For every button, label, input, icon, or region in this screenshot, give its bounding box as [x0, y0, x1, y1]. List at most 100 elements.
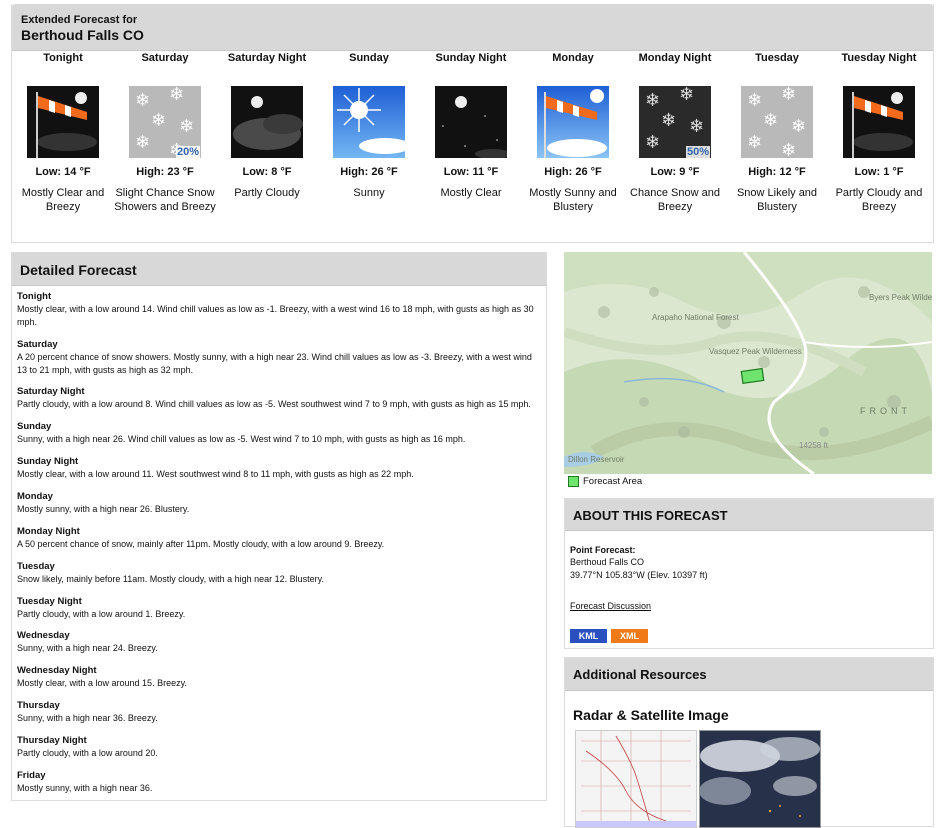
period-temperature: Low: 1 °F	[854, 166, 904, 178]
period-short-forecast: Mostly Clear	[440, 187, 502, 199]
detailed-period-text: Partly cloudy, with a low around 20.	[17, 748, 158, 758]
period-short-forecast: Partly Cloudy and Breezy	[835, 187, 923, 213]
period-short-forecast: Chance Snow and Breezy	[630, 187, 720, 213]
kml-button[interactable]: KML	[570, 629, 607, 643]
svg-text:❄: ❄	[747, 132, 762, 153]
period-temperature: Low: 8 °F	[242, 166, 292, 178]
period-short-forecast: Mostly Clear and Breezy	[21, 187, 105, 213]
forecast-period: Saturday❄❄❄❄❄❄20%High: 23 °FSlight Chanc…	[114, 50, 216, 214]
detailed-period-text: Mostly clear, with a low around 15. Bree…	[17, 678, 187, 688]
detailed-period-label: Wednesday Night	[17, 665, 97, 676]
map-label: Arapaho National Forest	[652, 313, 739, 322]
sunny-icon	[333, 86, 405, 158]
detailed-forecast-title: Detailed Forecast	[20, 262, 137, 278]
about-forecast-header: ABOUT THIS FORECAST	[565, 499, 933, 531]
additional-resources-panel: Additional Resources Radar & Satellite I…	[564, 657, 934, 828]
forecast-area-marker	[740, 367, 765, 385]
map-label: Dillon Reservoir	[568, 455, 625, 464]
day-wind-icon	[537, 86, 609, 158]
detailed-period-text: Sunny, with a high near 36. Breezy.	[17, 713, 158, 723]
forecast-area-swatch	[568, 476, 579, 487]
about-forecast-title: ABOUT THIS FORECAST	[573, 508, 728, 523]
radar-satellite-heading: Radar & Satellite Image	[573, 707, 729, 723]
night-clear-icon	[435, 86, 507, 158]
about-forecast-panel: ABOUT THIS FORECAST Point Forecast: Bert…	[564, 498, 934, 649]
svg-text:❄: ❄	[645, 90, 660, 111]
forecast-period: Monday Night ❄ ❄ ❄ ❄ ❄ 50% Low: 9 °F Chance Snow…	[624, 50, 726, 214]
detailed-forecast-header: Detailed Forecast	[12, 253, 546, 286]
detailed-period-text: Mostly sunny, with a high near 26. Blust…	[17, 504, 190, 514]
svg-text:❄: ❄	[151, 110, 166, 131]
detailed-forecast-row: Thursday Night Partly cloudy, with a low …	[17, 734, 541, 760]
detailed-period-text: Mostly clear, with a low around 11. West…	[17, 469, 414, 479]
detailed-period-text: Partly cloudy, with a low around 1. Bree…	[17, 609, 186, 619]
detailed-period-text: Mostly clear, with a low around 14. Wind…	[17, 304, 534, 327]
detailed-period-label: Tuesday Night	[17, 596, 82, 607]
xml-button[interactable]: XML	[611, 629, 648, 643]
svg-text:❄: ❄	[679, 86, 694, 105]
precip-chance: 20%	[175, 146, 200, 158]
detailed-forecast-row: Friday Mostly sunny, with a high near 36.	[17, 769, 541, 795]
night-wind-icon	[843, 86, 915, 158]
point-forecast-label: Point Forecast:	[570, 545, 636, 555]
forecast-location: Berthoud Falls CO	[21, 27, 144, 43]
detailed-forecast-row: Tonight Mostly clear, with a low around 1…	[17, 290, 541, 329]
period-name: Sunday	[349, 52, 389, 64]
radar-image[interactable]	[575, 730, 697, 828]
map-terrain-image: Arapaho National Forest Vasquez Peak Wil…	[562, 251, 941, 476]
svg-text:❄: ❄	[135, 90, 150, 111]
snow-icon: ❄ ❄ ❄ ❄ ❄ ❄	[741, 86, 813, 158]
snow-icon: ❄❄❄❄❄❄20%	[129, 86, 201, 158]
period-temperature: Low: 11 °F	[443, 166, 499, 178]
additional-resources-header: Additional Resources	[565, 658, 933, 691]
period-short-forecast: Snow Likely and Blustery	[736, 187, 818, 213]
period-short-forecast: Partly Cloudy	[234, 187, 300, 199]
forecast-period: Sunday Night Low: 11 °F Mostly Clear	[420, 50, 522, 200]
detailed-forecast-row: Monday Night A 50 percent chance of snow,…	[17, 525, 541, 551]
detailed-forecast-row: Tuesday Night Partly cloudy, with a low a…	[17, 595, 541, 621]
extended-forecast-panel: Extended Forecast for Berthoud Falls CO …	[11, 4, 934, 243]
period-name: Monday Night	[638, 52, 712, 64]
point-forecast-location: Berthoud Falls CO	[570, 557, 645, 567]
detailed-period-text: A 50 percent chance of snow, mainly afte…	[17, 539, 385, 549]
forecast-discussion-link[interactable]: Forecast Discussion	[570, 601, 651, 611]
period-short-forecast: Mostly Sunny and Blustery	[529, 187, 617, 213]
extended-forecast-label: Extended Forecast for	[21, 14, 138, 26]
night-wind-icon	[27, 86, 99, 158]
detailed-period-label: Tonight	[17, 291, 52, 302]
svg-text:❄: ❄	[169, 86, 184, 105]
legend-label: Forecast Area	[583, 476, 643, 488]
detailed-period-text: A 20 percent chance of snow showers. Mos…	[17, 352, 532, 375]
detailed-forecast-row: Sunday Night Mostly clear, with a low aro…	[17, 455, 541, 481]
satellite-image[interactable]	[699, 730, 821, 828]
detailed-period-label: Thursday Night	[17, 735, 87, 746]
detailed-period-label: Monday Night	[17, 526, 80, 537]
forecast-period: Saturday Night Low: 8 °F Partly Cloudy	[216, 50, 318, 200]
detailed-period-label: Monday	[17, 491, 53, 502]
point-forecast-coordinates: 39.77°N 105.83°W (Elev. 10397 ft)	[570, 570, 708, 580]
detailed-period-label: Friday	[17, 770, 46, 781]
detailed-period-text: Sunny, with a high near 24. Breezy.	[17, 643, 158, 653]
period-name: Tuesday Night	[841, 52, 917, 64]
map-label: 14258 ft	[799, 441, 829, 450]
forecast-period: Sunday High: 26 °F Sunny	[318, 50, 420, 200]
night-cloudy-icon	[231, 86, 303, 158]
period-name: Tonight	[43, 52, 83, 64]
svg-text:❄: ❄	[645, 132, 660, 153]
detailed-forecast-panel: Detailed Forecast Tonight Mostly clear, w…	[11, 252, 547, 801]
period-temperature: High: 12 °F	[748, 166, 806, 178]
additional-resources-title: Additional Resources	[573, 667, 707, 682]
detailed-forecast-row: Sunday Sunny, with a high near 26. Wind c…	[17, 420, 541, 446]
detailed-period-label: Saturday	[17, 339, 58, 350]
detailed-period-label: Sunday	[17, 421, 52, 432]
detailed-period-label: Sunday Night	[17, 456, 79, 467]
forecast-area-map[interactable]: Arapaho National Forest Vasquez Peak Wil…	[562, 251, 941, 476]
period-temperature: High: 23 °F	[136, 166, 194, 178]
period-temperature: High: 26 °F	[340, 166, 398, 178]
detailed-forecast-row: Saturday A 20 percent chance of snow show…	[17, 338, 541, 377]
detailed-forecast-row: Wednesday Night Mostly clear, with a low …	[17, 664, 541, 690]
map-legend: Forecast Area	[568, 476, 642, 487]
period-temperature: Low: 14 °F	[35, 166, 91, 178]
detailed-forecast-row: Tuesday Snow likely, mainly before 11am. …	[17, 560, 541, 586]
svg-text:❄: ❄	[747, 90, 762, 111]
